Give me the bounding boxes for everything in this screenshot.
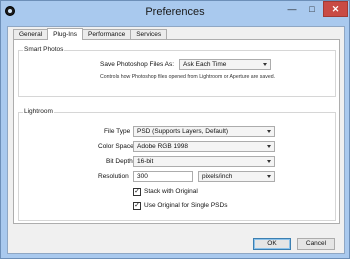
save-as-dropdown[interactable]: Ask Each Time — [179, 59, 271, 70]
lightroom-group: Lightroom File Type PSD (Supports Layers… — [18, 108, 336, 221]
stack-with-original-label[interactable]: Stack with Original — [144, 188, 198, 195]
resolution-input[interactable]: 300 — [133, 171, 193, 182]
save-as-label: Save Photoshop Files As: — [100, 61, 175, 68]
save-as-value: Ask Each Time — [183, 61, 227, 68]
preferences-window: Preferences — □ ✕ General Plug-Ins Perfo… — [0, 0, 350, 259]
file-type-label: File Type — [104, 128, 131, 135]
smart-photos-title: Smart Photos — [23, 46, 65, 53]
ok-button[interactable]: OK — [253, 238, 291, 250]
bit-depth-dropdown[interactable]: 16-bit — [133, 156, 275, 167]
maximize-button[interactable]: □ — [302, 1, 322, 17]
color-space-label: Color Space — [98, 143, 134, 150]
use-original-checkbox[interactable]: ✓ — [133, 202, 141, 210]
use-original-label[interactable]: Use Original for Single PSDs — [144, 202, 227, 209]
smart-photos-note: Controls how Photoshop files opened from… — [100, 74, 276, 80]
smart-photos-group: Smart Photos Save Photoshop Files As: As… — [18, 46, 336, 97]
resolution-unit-dropdown[interactable]: pixels/inch — [198, 171, 275, 182]
color-space-dropdown[interactable]: Adobe RGB 1998 — [133, 141, 275, 152]
cancel-button[interactable]: Cancel — [297, 238, 335, 250]
chevron-down-icon — [267, 145, 271, 148]
title-bar[interactable]: Preferences — □ ✕ — [1, 1, 349, 26]
chevron-down-icon — [263, 63, 267, 66]
resolution-label: Resolution — [98, 173, 129, 180]
chevron-down-icon — [267, 160, 271, 163]
close-button[interactable]: ✕ — [323, 1, 348, 17]
file-type-dropdown[interactable]: PSD (Supports Layers, Default) — [133, 126, 275, 137]
stack-with-original-checkbox[interactable]: ✓ — [133, 188, 141, 196]
dialog-body: General Plug-Ins Performance Services Sm… — [7, 26, 345, 254]
bit-depth-value: 16-bit — [137, 158, 154, 165]
resolution-unit-value: pixels/inch — [202, 173, 233, 180]
tab-plug-ins[interactable]: Plug-Ins — [47, 28, 83, 40]
minimize-button[interactable]: — — [282, 1, 302, 17]
file-type-value: PSD (Supports Layers, Default) — [137, 128, 229, 135]
bit-depth-label: Bit Depth — [106, 158, 133, 165]
chevron-down-icon — [267, 175, 271, 178]
plug-ins-panel: Smart Photos Save Photoshop Files As: As… — [13, 39, 340, 224]
color-space-value: Adobe RGB 1998 — [137, 143, 188, 150]
chevron-down-icon — [267, 130, 271, 133]
lightroom-title: Lightroom — [23, 108, 54, 115]
